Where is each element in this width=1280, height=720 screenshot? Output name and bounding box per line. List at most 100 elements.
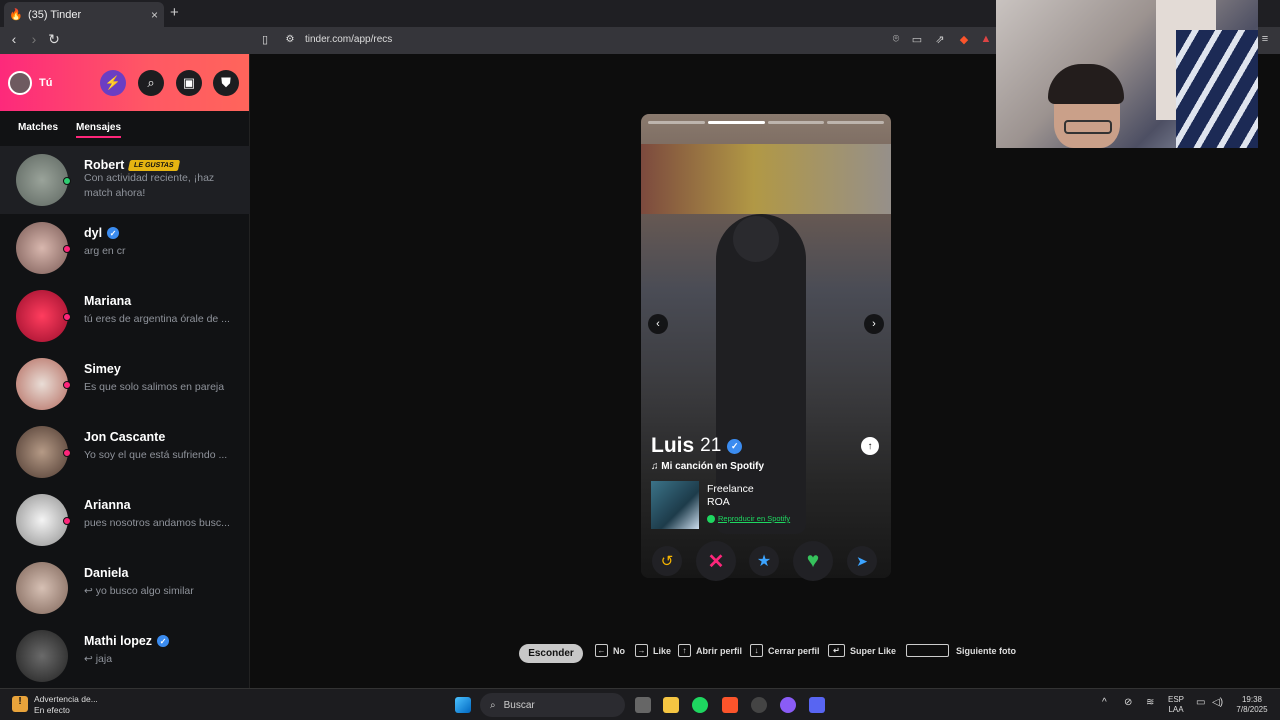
superlike-button[interactable]: ★ [749,546,779,576]
forward-icon[interactable]: › [24,31,44,47]
weather-warning-widget[interactable]: ! Advertencia de... En efecto [12,694,98,716]
avatar [16,494,68,546]
search-icon: ⌕ [490,699,496,711]
taskbar-search[interactable]: ⌕ Buscar [480,693,625,717]
clock[interactable]: 19:38 7/8/2025 [1232,695,1272,715]
next-photo-button[interactable]: › [864,314,884,334]
tab-title: (35) Tinder [28,8,82,21]
share-icon[interactable]: ⇗ [933,33,947,47]
song-heading-text: Mi canción en Spotify [661,461,765,472]
up-arrow-key-icon: ↑ [678,644,691,657]
contact-name: Mariana [84,294,132,308]
boost-icon[interactable]: ⚡ [100,70,126,96]
app-circle-icon[interactable] [780,697,796,713]
warning-icon: ! [12,696,28,712]
enter-key-icon: ↵ [828,644,845,657]
shortcut-label: Super Like [850,645,897,656]
profile-age: 21 [700,435,722,456]
display-icon[interactable]: ▭ [1196,698,1205,708]
message-preview: ↩ yo busco algo similar [84,585,194,597]
warning-subtitle: En efecto [34,705,70,715]
obs-icon[interactable] [751,697,767,713]
profile-card[interactable]: ‹ › Luis 21 ✓ ↑ ♫ Mi canción en Spotify … [641,114,891,578]
avatar[interactable] [8,70,32,95]
new-tab-button[interactable]: + [170,4,179,21]
list-item[interactable]: Simey Es que solo salimos en pareja [0,350,250,418]
language-indicator[interactable]: ESP LAA [1168,695,1184,715]
hide-shortcuts-button[interactable]: Esconder [519,644,583,663]
list-item[interactable]: dyl ✓ arg en cr [0,214,250,282]
unread-dot [63,381,71,389]
shortcut-label: No [613,645,625,656]
tab-messages[interactable]: Mensajes [76,122,122,138]
profile-name-row: Luis 21 ✓ [651,434,743,458]
contact-name: Jon Cascante [84,430,166,444]
location-icon[interactable]: ⌾ [889,33,903,47]
message-list: Robert LE GUSTAS Con actividad reciente, … [0,146,250,690]
shortcut-label: Cerrar perfil [768,645,820,656]
browser-tab[interactable]: 🔥 (35) Tinder × [4,2,164,27]
brave-shield-icon[interactable]: ◆ [957,33,971,47]
like-button[interactable]: ♥ [793,541,833,581]
briefcase-icon[interactable]: ▣ [176,70,202,96]
nope-button[interactable]: ✕ [696,541,736,581]
avatar [16,290,68,342]
volume-icon[interactable]: ◁) [1212,698,1223,708]
list-item[interactable]: Arianna pues nosotros andamos busc... [0,486,250,554]
list-item[interactable]: Mathi lopez ✓ ↩ jaja [0,622,250,690]
explore-icon[interactable]: ⌕ [138,70,164,96]
reload-icon[interactable]: ↻ [44,31,64,48]
action-buttons: ↺ ✕ ★ ♥ ➤ [641,540,891,584]
warning-title: Advertencia de... [34,694,98,704]
windows-start-icon[interactable] [455,697,471,713]
profile-label[interactable]: Tú [39,77,52,89]
song-heading: ♫ Mi canción en Spotify [651,461,764,472]
shield-icon[interactable]: ⛊ [213,70,239,96]
task-view-icon[interactable] [635,697,651,713]
streamer-glasses [1064,120,1112,134]
message-preview: Con actividad reciente, ¡haz match ahora… [84,172,215,199]
previous-photo-button[interactable]: ‹ [648,314,668,334]
boost-button[interactable]: ➤ [847,546,877,576]
list-item[interactable]: Jon Cascante Yo soy el que está sufriend… [0,418,250,486]
menu-icon[interactable]: ≡ [1258,33,1272,47]
photo-progress-segment [707,121,765,124]
unread-dot [63,313,71,321]
unread-dot [63,245,71,253]
list-item[interactable]: Mariana tú eres de argentina órale de ..… [0,282,250,350]
message-preview: Yo soy el que está sufriendo ... [84,449,228,461]
network-off-icon[interactable]: ⊘ [1124,698,1132,708]
shortcut-close-profile: ↓ Cerrar perfil [750,644,820,657]
photo-progress-bars [648,121,884,124]
address-bar[interactable]: tinder.com/app/recs [305,34,392,45]
rewind-button[interactable]: ↺ [652,546,682,576]
song-title: Freelance [707,483,754,495]
discord-icon[interactable] [809,697,825,713]
contact-name: Simey [84,362,121,376]
contact-name-row: Mathi lopez ✓ [84,634,170,648]
contact-name: dyl [84,226,103,240]
list-item[interactable]: Robert LE GUSTAS Con actividad reciente, … [0,146,250,214]
back-icon[interactable]: ‹ [4,31,24,47]
contact-name: Robert [84,158,125,172]
spotify-icon[interactable] [692,697,708,713]
spotify-link[interactable]: Reproducir en Spotify [707,514,790,523]
close-tab-icon[interactable]: × [151,8,158,22]
clock-time: 19:38 [1241,695,1263,704]
brave-browser-icon[interactable] [722,697,738,713]
file-explorer-icon[interactable] [663,697,679,713]
cast-icon[interactable]: ▭ [910,33,924,47]
bookmark-icon[interactable]: ▯ [255,33,275,46]
shortcut-label: Abrir perfil [696,645,743,656]
contact-name-row: dyl ✓ [84,226,120,240]
rewards-icon[interactable]: ▲ [979,33,993,47]
site-info-icon[interactable]: ⚙ [280,34,300,45]
contact-name-row: Simey [84,362,121,376]
wifi-icon[interactable]: ≋ [1146,698,1154,708]
left-arrow-key-icon: ← [595,644,608,657]
list-item[interactable]: Daniela ↩ yo busco algo similar [0,554,250,622]
tray-chevron-icon[interactable]: ^ [1102,698,1107,708]
tab-matches[interactable]: Matches [18,122,58,138]
open-profile-button[interactable]: ↑ [861,437,879,455]
message-preview: arg en cr [84,245,126,257]
